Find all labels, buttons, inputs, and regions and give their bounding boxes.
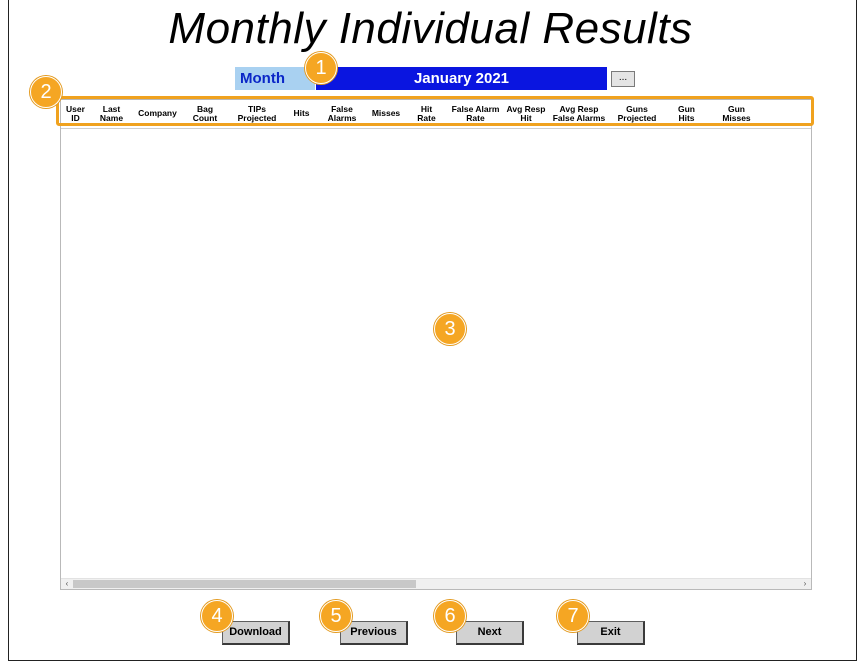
scroll-left-icon[interactable]: ‹ bbox=[62, 579, 72, 589]
month-label: Month bbox=[235, 67, 315, 90]
callout-badge-6: 6 bbox=[434, 600, 466, 632]
callout-badge-3: 3 bbox=[434, 313, 466, 345]
month-value-field[interactable]: January 2021 bbox=[316, 67, 607, 90]
results-grid[interactable]: User ID Last Name Company Bag Count TIPs Project… bbox=[60, 99, 812, 590]
horizontal-scrollbar[interactable]: ‹ › bbox=[61, 578, 811, 589]
scrollbar-thumb[interactable] bbox=[73, 580, 416, 588]
previous-button[interactable]: Previous bbox=[340, 621, 408, 645]
month-picker-button[interactable]: ... bbox=[611, 71, 635, 87]
header-highlight bbox=[56, 96, 814, 126]
scroll-right-icon[interactable]: › bbox=[800, 579, 810, 589]
callout-badge-5: 5 bbox=[320, 600, 352, 632]
page-title: Monthly Individual Results bbox=[168, 4, 693, 53]
exit-button[interactable]: Exit bbox=[577, 621, 645, 645]
callout-badge-7: 7 bbox=[557, 600, 589, 632]
callout-badge-2: 2 bbox=[30, 76, 62, 108]
callout-badge-1: 1 bbox=[305, 52, 337, 84]
grid-body[interactable] bbox=[61, 129, 811, 580]
next-button[interactable]: Next bbox=[456, 621, 524, 645]
callout-badge-4: 4 bbox=[201, 600, 233, 632]
download-button[interactable]: Download bbox=[222, 621, 290, 645]
